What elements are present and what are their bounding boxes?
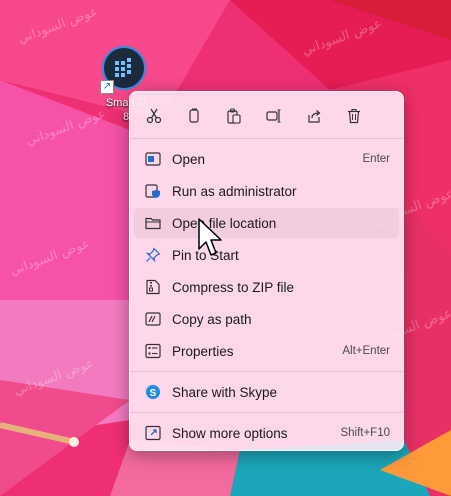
- menu-item-shortcut: Shift+F10: [340, 427, 390, 439]
- menu-item-compress-to-zip[interactable]: Compress to ZIP file: [134, 272, 399, 302]
- open-window-icon: [145, 152, 161, 166]
- menu-item-shortcut: Alt+Enter: [342, 345, 390, 357]
- menu-item-show-more-options[interactable]: Show more options Shift+F10: [134, 418, 399, 448]
- menu-item-label: Copy as path: [172, 311, 252, 327]
- share-button[interactable]: [301, 103, 327, 129]
- menu-item-open[interactable]: Open Enter: [134, 144, 399, 174]
- cut-button[interactable]: [141, 103, 167, 129]
- copy-icon: [189, 108, 199, 123]
- skype-icon: S: [146, 385, 160, 399]
- menu-item-label: Run as administrator: [172, 183, 297, 199]
- paste-icon: [227, 108, 241, 124]
- zip-icon: [146, 279, 160, 295]
- shield-icon: [145, 184, 160, 198]
- folder-icon: [145, 217, 161, 230]
- rename-icon: [266, 109, 281, 123]
- menu-item-shortcut: Enter: [362, 153, 391, 165]
- show-more-icon: [145, 425, 161, 441]
- cut-icon: [146, 108, 162, 124]
- delete-button[interactable]: [341, 103, 367, 129]
- context-menu-toolbar: [130, 92, 403, 138]
- menu-item-label: Compress to ZIP file: [172, 279, 295, 295]
- menu-item-properties[interactable]: Properties Alt+Enter: [134, 336, 399, 366]
- rename-button[interactable]: [261, 103, 287, 129]
- delete-icon: [348, 108, 360, 124]
- menu-item-copy-as-path[interactable]: Copy as path: [134, 304, 399, 334]
- properties-icon: [145, 343, 161, 359]
- menu-item-label: Show more options: [172, 425, 288, 441]
- menu-item-label: Open: [172, 151, 206, 167]
- mouse-pointer-icon: [198, 218, 222, 256]
- menu-divider: [130, 371, 403, 372]
- copy-path-icon: [145, 312, 161, 326]
- menu-item-label: Share with Skype: [172, 384, 278, 400]
- pin-icon: [145, 247, 161, 263]
- paste-button[interactable]: [221, 103, 247, 129]
- menu-item-run-as-administrator[interactable]: Run as administrator: [134, 176, 399, 206]
- menu-item-pin-to-start[interactable]: Pin to Start: [134, 240, 399, 270]
- menu-divider: [130, 412, 403, 413]
- menu-item-share-with-skype[interactable]: S Share with Skype: [134, 377, 399, 407]
- shortcut-arrow-icon: ↗: [100, 80, 114, 94]
- menu-divider: [130, 138, 403, 139]
- copy-button[interactable]: [181, 103, 207, 129]
- menu-item-label: Properties: [172, 343, 234, 359]
- share-icon: [308, 110, 321, 123]
- context-menu: Open Enter Run as administrator Open fil…: [129, 91, 404, 451]
- svg-text:S: S: [150, 388, 157, 399]
- menu-item-open-file-location[interactable]: Open file location: [134, 208, 399, 238]
